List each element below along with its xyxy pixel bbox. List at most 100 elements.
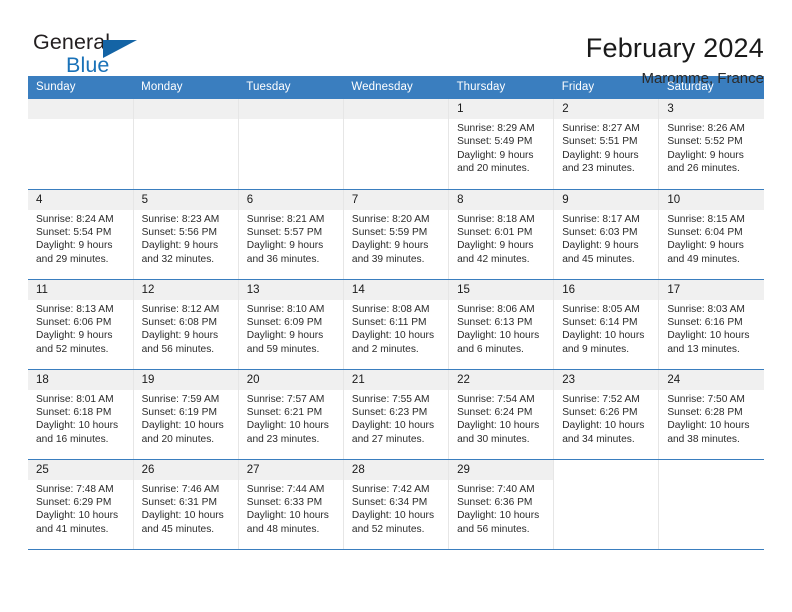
calendar-day-cell[interactable]: 15 Sunrise: 8:06 AM Sunset: 6:13 PM Dayligh… (448, 279, 555, 370)
calendar-day-cell[interactable]: 8 Sunrise: 8:18 AM Sunset: 6:01 PM Daylight… (448, 189, 555, 280)
day-number: 9 (554, 189, 659, 210)
sunrise-text: Sunrise: 8:24 AM (36, 213, 114, 225)
calendar-day-cell[interactable]: 21 Sunrise: 7:55 AM Sunset: 6:23 PM Dayligh… (343, 369, 450, 460)
day-info: Sunrise: 8:24 AM Sunset: 5:54 PM Daylight:… (28, 210, 133, 267)
sunset-text: Sunset: 6:31 PM (141, 496, 217, 508)
daylight-text-line2: and 56 minutes. (457, 523, 530, 535)
daylight-text-line2: and 29 minutes. (36, 253, 109, 265)
daylight-text-line1: Daylight: 9 hours (562, 240, 639, 252)
day-number: 28 (343, 459, 449, 480)
calendar-day-cell-empty (343, 99, 450, 190)
day-info: Sunrise: 8:17 AM Sunset: 6:03 PM Daylight:… (554, 210, 658, 267)
sunrise-text: Sunrise: 8:20 AM (351, 213, 430, 225)
calendar-day-cell[interactable]: 4 Sunrise: 8:24 AM Sunset: 5:54 PM Daylight… (28, 189, 134, 280)
daylight-text-line1: Daylight: 9 hours (141, 330, 219, 342)
calendar-day-cell[interactable]: 14 Sunrise: 8:08 AM Sunset: 6:11 PM Dayligh… (343, 279, 450, 370)
day-number: 15 (449, 279, 554, 300)
daylight-text-line1: Daylight: 10 hours (562, 420, 645, 432)
day-number (133, 99, 238, 119)
calendar-day-cell[interactable]: 27 Sunrise: 7:44 AM Sunset: 6:33 PM Dayligh… (238, 459, 344, 550)
daylight-text-line2: and 23 minutes. (246, 433, 320, 445)
sunrise-text: Sunrise: 7:52 AM (562, 393, 640, 405)
daylight-text-line1: Daylight: 9 hours (36, 240, 113, 252)
calendar-day-cell[interactable]: 7 Sunrise: 8:20 AM Sunset: 5:59 PM Daylight… (343, 189, 450, 280)
calendar-day-cell[interactable]: 12 Sunrise: 8:12 AM Sunset: 6:08 PM Dayligh… (133, 279, 239, 370)
sunset-text: Sunset: 5:57 PM (246, 226, 323, 238)
sunset-text: Sunset: 6:33 PM (246, 496, 323, 508)
calendar-week-row: 1 Sunrise: 8:29 AM Sunset: 5:49 PM Daylight… (28, 99, 764, 190)
daylight-text-line2: and 36 minutes. (246, 253, 320, 265)
daylight-text-line2: and 45 minutes. (141, 523, 215, 535)
day-info: Sunrise: 7:54 AM Sunset: 6:24 PM Daylight:… (449, 390, 553, 447)
daylight-text-line2: and 39 minutes. (351, 253, 425, 265)
calendar-day-cell[interactable]: 5 Sunrise: 8:23 AM Sunset: 5:56 PM Daylight… (133, 189, 239, 280)
calendar-week-row: 4 Sunrise: 8:24 AM Sunset: 5:54 PM Daylight… (28, 189, 764, 280)
calendar-day-cell[interactable]: 2 Sunrise: 8:27 AM Sunset: 5:51 PM Daylight… (553, 99, 660, 190)
daylight-text-line2: and 52 minutes. (351, 523, 425, 535)
day-number: 2 (554, 99, 659, 119)
calendar-day-cell[interactable]: 22 Sunrise: 7:54 AM Sunset: 6:24 PM Dayligh… (448, 369, 555, 460)
sunrise-text: Sunrise: 7:46 AM (141, 483, 220, 495)
daylight-text-line2: and 59 minutes. (246, 343, 320, 355)
day-info: Sunrise: 8:10 AM Sunset: 6:09 PM Daylight:… (239, 300, 343, 357)
day-number: 4 (28, 189, 133, 210)
calendar-day-cell[interactable]: 9 Sunrise: 8:17 AM Sunset: 6:03 PM Daylight… (553, 189, 660, 280)
day-number: 17 (659, 279, 764, 300)
sunrise-text: Sunrise: 8:12 AM (141, 303, 220, 315)
daylight-text-line1: Daylight: 10 hours (141, 510, 224, 522)
sunrise-text: Sunrise: 7:50 AM (667, 393, 745, 405)
calendar-day-cell[interactable]: 28 Sunrise: 7:42 AM Sunset: 6:34 PM Dayligh… (343, 459, 450, 550)
day-number: 8 (449, 189, 554, 210)
calendar-week-row: 18 Sunrise: 8:01 AM Sunset: 6:18 PM Dayligh… (28, 369, 764, 460)
calendar-day-cell[interactable]: 29 Sunrise: 7:40 AM Sunset: 6:36 PM Dayligh… (448, 459, 555, 550)
daylight-text-line1: Daylight: 10 hours (351, 510, 435, 522)
daylight-text-line1: Daylight: 9 hours (351, 240, 429, 252)
daylight-text-line1: Daylight: 10 hours (36, 510, 119, 522)
sunset-text: Sunset: 6:21 PM (246, 406, 323, 418)
sunset-text: Sunset: 6:06 PM (36, 316, 112, 328)
brand-logo[interactable]: General Blue (28, 30, 158, 78)
daylight-text-line1: Daylight: 10 hours (351, 330, 435, 342)
calendar-day-cell[interactable]: 17 Sunrise: 8:03 AM Sunset: 6:16 PM Dayligh… (658, 279, 764, 370)
day-number: 14 (343, 279, 449, 300)
daylight-text-line1: Daylight: 9 hours (141, 240, 219, 252)
day-number: 19 (133, 369, 238, 390)
calendar-day-cell[interactable]: 20 Sunrise: 7:57 AM Sunset: 6:21 PM Dayligh… (238, 369, 344, 460)
calendar-day-cell[interactable]: 18 Sunrise: 8:01 AM Sunset: 6:18 PM Dayligh… (28, 369, 134, 460)
day-info: Sunrise: 8:01 AM Sunset: 6:18 PM Daylight:… (28, 390, 133, 447)
sunset-text: Sunset: 6:28 PM (667, 406, 743, 418)
calendar-day-cell[interactable]: 3 Sunrise: 8:26 AM Sunset: 5:52 PM Daylight… (658, 99, 764, 190)
day-info: Sunrise: 8:29 AM Sunset: 5:49 PM Daylight:… (449, 119, 553, 176)
calendar-day-cell[interactable]: 6 Sunrise: 8:21 AM Sunset: 5:57 PM Daylight… (238, 189, 344, 280)
calendar-day-cell[interactable]: 16 Sunrise: 8:05 AM Sunset: 6:14 PM Dayligh… (553, 279, 660, 370)
day-number (554, 460, 658, 480)
sunset-text: Sunset: 5:49 PM (457, 136, 533, 148)
day-info: Sunrise: 7:50 AM Sunset: 6:28 PM Daylight:… (659, 390, 764, 447)
calendar-day-cell[interactable]: 19 Sunrise: 7:59 AM Sunset: 6:19 PM Dayligh… (133, 369, 239, 460)
daylight-text-line1: Daylight: 10 hours (667, 420, 750, 432)
calendar-week-row: 11 Sunrise: 8:13 AM Sunset: 6:06 PM Dayligh… (28, 279, 764, 370)
day-number: 27 (238, 459, 343, 480)
day-number: 1 (449, 99, 554, 119)
sunset-text: Sunset: 6:19 PM (141, 406, 217, 418)
calendar-day-cell[interactable]: 26 Sunrise: 7:46 AM Sunset: 6:31 PM Dayligh… (133, 459, 239, 550)
calendar-day-cell[interactable]: 25 Sunrise: 7:48 AM Sunset: 6:29 PM Dayligh… (28, 459, 134, 550)
sunset-text: Sunset: 6:24 PM (457, 406, 533, 418)
calendar-day-cell[interactable]: 13 Sunrise: 8:10 AM Sunset: 6:09 PM Dayligh… (238, 279, 344, 370)
calendar-day-cell-empty (658, 459, 764, 550)
daylight-text-line2: and 42 minutes. (457, 253, 530, 265)
sunrise-text: Sunrise: 7:55 AM (351, 393, 430, 405)
calendar-day-cell[interactable]: 11 Sunrise: 8:13 AM Sunset: 6:06 PM Dayligh… (28, 279, 134, 370)
calendar-day-cell[interactable]: 23 Sunrise: 7:52 AM Sunset: 6:26 PM Dayligh… (553, 369, 660, 460)
sunrise-text: Sunrise: 8:17 AM (562, 213, 640, 225)
sunrise-text: Sunrise: 8:21 AM (246, 213, 325, 225)
sunrise-text: Sunrise: 8:01 AM (36, 393, 114, 405)
day-info: Sunrise: 7:40 AM Sunset: 6:36 PM Daylight:… (449, 480, 553, 537)
sunset-text: Sunset: 6:03 PM (562, 226, 638, 238)
calendar-day-cell[interactable]: 10 Sunrise: 8:15 AM Sunset: 6:04 PM Dayligh… (658, 189, 764, 280)
calendar-day-cell[interactable]: 1 Sunrise: 8:29 AM Sunset: 5:49 PM Daylight… (448, 99, 555, 190)
daylight-text-line1: Daylight: 10 hours (667, 330, 750, 342)
day-number: 29 (449, 459, 554, 480)
calendar-day-cell-empty (133, 99, 239, 190)
calendar-day-cell[interactable]: 24 Sunrise: 7:50 AM Sunset: 6:28 PM Dayligh… (658, 369, 764, 460)
